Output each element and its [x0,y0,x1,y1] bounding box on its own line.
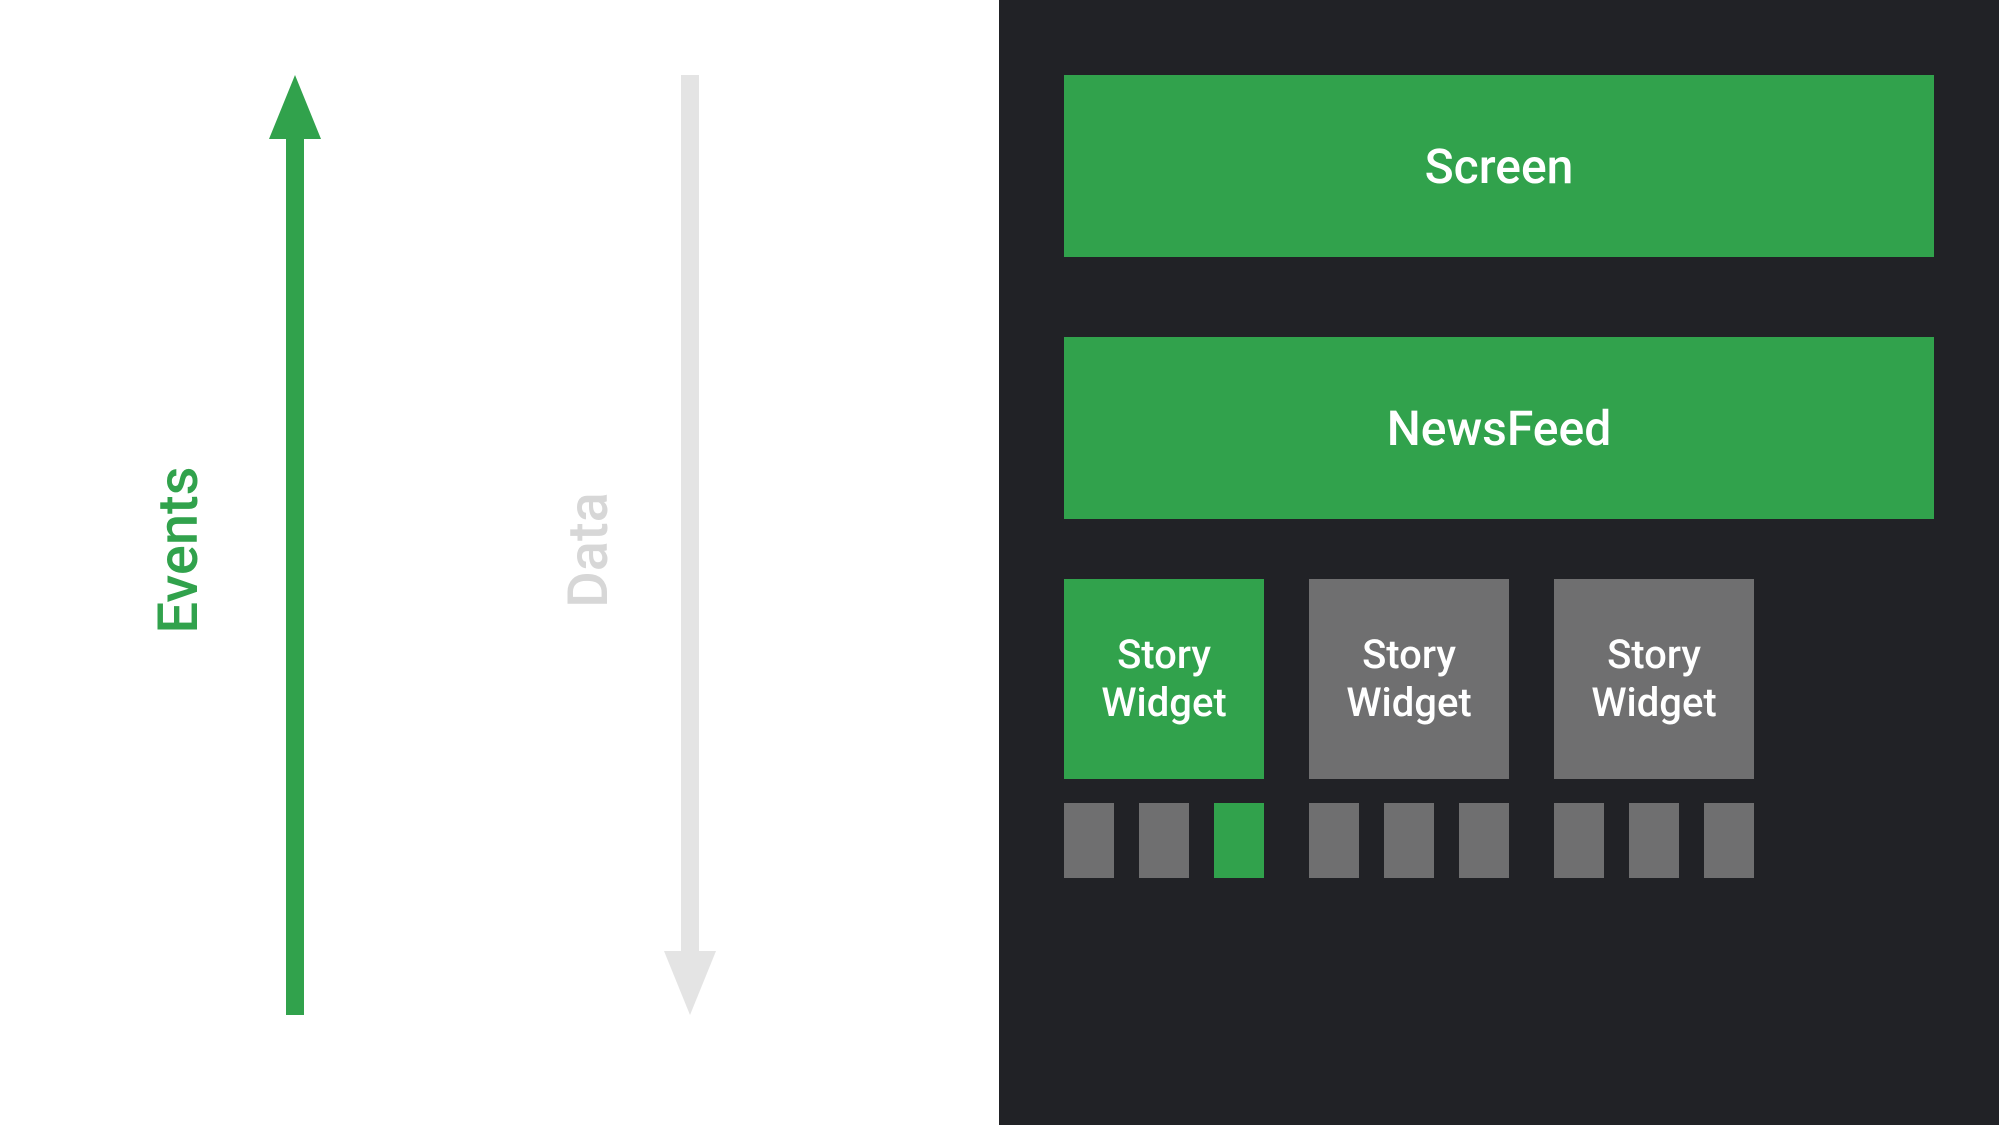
story-widget-3: Story Widget [1554,579,1754,779]
story-widget-label: Story Widget [1101,631,1226,727]
small-boxes-group-3 [1554,803,1754,878]
story-widget-label: Story Widget [1591,631,1716,727]
story-widget-label: Story Widget [1346,631,1471,727]
widgets-row: Story Widget Story Widget Story Widget [1064,579,1934,779]
right-panel: Screen NewsFeed Story Widget Story Widge… [999,0,1999,1125]
small-boxes-group-2 [1309,803,1509,878]
small-boxes-group-1 [1064,803,1264,878]
newsfeed-label: NewsFeed [1387,400,1612,457]
small-boxes-row [1064,803,1934,878]
leaf-box [1704,803,1754,878]
newsfeed-box: NewsFeed [1064,337,1934,519]
leaf-box [1309,803,1359,878]
story-widget-2: Story Widget [1309,579,1509,779]
leaf-box [1139,803,1189,878]
events-arrow-container: Events [255,75,335,1025]
leaf-box [1384,803,1434,878]
leaf-box-active [1214,803,1264,878]
leaf-box [1064,803,1114,878]
events-label: Events [145,467,211,634]
leaf-box [1629,803,1679,878]
left-panel: Events Data [0,0,999,1125]
screen-box: Screen [1064,75,1934,257]
data-arrow-container: Data [650,75,730,1025]
arrow-up-icon [265,75,325,1015]
data-label: Data [555,492,621,608]
arrow-down-icon [660,75,720,1015]
story-widget-1: Story Widget [1064,579,1264,779]
leaf-box [1554,803,1604,878]
screen-label: Screen [1425,138,1574,195]
leaf-box [1459,803,1509,878]
